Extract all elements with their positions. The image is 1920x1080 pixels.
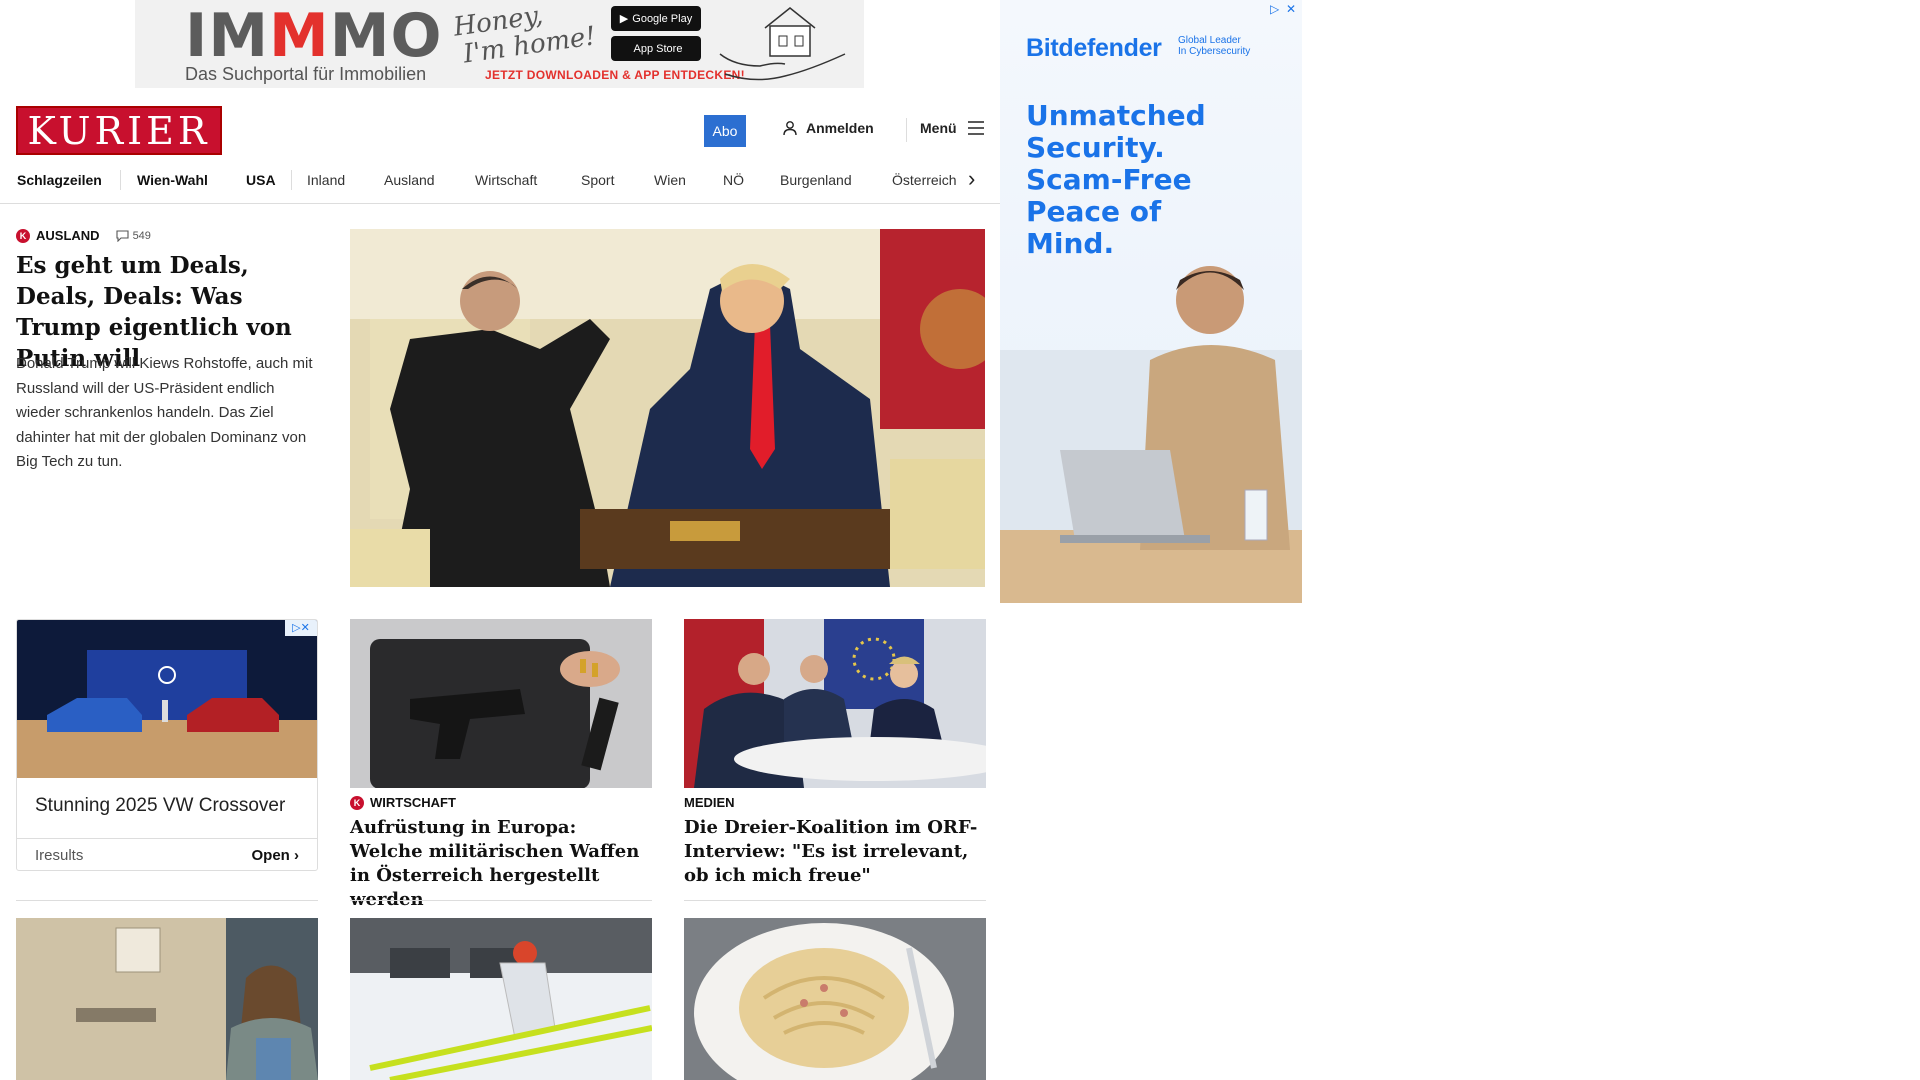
lead-kategorie-label: AUSLAND (36, 228, 100, 243)
nav-item-wirtschaft[interactable]: Wirtschaft (475, 170, 537, 190)
card-image-carbonara[interactable] (684, 918, 986, 1080)
orf-interview-photo (684, 619, 986, 788)
immmo-cta[interactable]: JETZT DOWNLOADEN & APP ENTDECKEN! (485, 68, 745, 82)
nav-item-burgenland[interactable]: Burgenland (780, 170, 852, 190)
play-icon: ▶ (619, 13, 629, 25)
login-button[interactable]: Anmelden (782, 120, 874, 136)
lead-photo (350, 229, 985, 587)
vw-sponsored-card[interactable]: ▷✕ Stunning 2025 VW Crossover Iresults O… (16, 619, 318, 871)
row-divider (16, 900, 318, 901)
card-image-pistol[interactable] (350, 619, 652, 788)
row-divider (684, 900, 986, 901)
pistol-photo (350, 619, 652, 788)
nav-item-oesterreich[interactable]: Österreich (892, 170, 957, 190)
nav-item-ausland[interactable]: Ausland (384, 170, 435, 190)
bitdefender-ad[interactable]: ▷ ✕ Bitdefender Global Leader In Cyberse… (1000, 0, 1302, 603)
ski-jumper-photo (350, 918, 652, 1080)
card-image-woman-building[interactable] (16, 918, 318, 1080)
page: IMMMO Das Suchportal für Immobilien Hone… (0, 0, 1920, 1080)
kurier-logo[interactable]: KURIER (16, 106, 222, 155)
carbonara-photo (684, 918, 986, 1080)
lead-kategorie[interactable]: K AUSLAND 549 (16, 228, 151, 243)
lead-image-zelensky-trump[interactable] (350, 229, 985, 587)
chevron-right-icon: › (294, 847, 299, 864)
menu-label: Menü (920, 120, 957, 136)
immmo-slogan: Honey, I'm home! (451, 0, 598, 70)
app-store-badge[interactable]: App Store (611, 36, 701, 61)
nav-divider (120, 170, 121, 190)
row-divider (350, 900, 652, 901)
header-divider (906, 118, 907, 142)
card1-kategorie[interactable]: K WIRTSCHAFT (350, 795, 456, 810)
user-icon (783, 121, 797, 136)
comment-count[interactable]: 549 (116, 230, 151, 242)
bitdefender-logo: Bitdefender (1026, 34, 1162, 62)
card2-headline[interactable]: Die Dreier-Koalition im ORF-Interview: "… (684, 816, 989, 888)
vw-open-button[interactable]: Open › (251, 847, 299, 864)
woman-building-photo (16, 918, 318, 1080)
nav-item-usa[interactable]: USA (246, 170, 276, 190)
nav-chevron-right-icon[interactable]: › (968, 168, 975, 190)
nav-item-inland[interactable]: Inland (307, 170, 345, 190)
nav-item-schlagzeilen[interactable]: Schlagzeilen (17, 170, 102, 190)
nav-item-sport[interactable]: Sport (581, 170, 614, 190)
lead-teaser: Donald Trump will Kiews Rohstoffe, auch … (16, 355, 313, 470)
immmo-logo: IMMMO (185, 1, 443, 71)
nav-item-wien-wahl[interactable]: Wien-Wahl (137, 170, 208, 190)
login-label: Anmelden (806, 120, 874, 136)
kurier-k-icon: K (350, 795, 364, 810)
nav-item-wien[interactable]: Wien (654, 170, 686, 190)
bitdefender-tagline: Global Leader In Cybersecurity (1178, 35, 1251, 57)
vw-ad-source: Iresults (35, 847, 84, 864)
bitdefender-headline: Unmatched Security. Scam-Free Peace of M… (1026, 99, 1206, 260)
close-ad-icon[interactable]: ✕ (1286, 2, 1296, 16)
immmo-subtitle: Das Suchportal für Immobilien (185, 64, 427, 84)
nav-divider (291, 170, 292, 190)
vw-ad-footer: Iresults Open › (17, 838, 317, 870)
vw-showroom-image (17, 620, 317, 778)
card-image-ski-jumper[interactable] (350, 918, 652, 1080)
card1-headline[interactable]: Aufrüstung in Europa: Welche militärisch… (350, 816, 655, 912)
menu-button[interactable]: Menü (920, 120, 985, 136)
category-nav: Schlagzeilen Wien-Wahl USA Inland Auslan… (0, 168, 1000, 204)
card2-kategorie[interactable]: MEDIEN (684, 795, 735, 810)
hand-house-icon (719, 7, 846, 81)
kurier-k-icon: K (16, 228, 30, 243)
card-image-orf-interview[interactable] (684, 619, 986, 788)
google-play-badge[interactable]: ▶ Google Play (611, 6, 701, 31)
nav-item-noe[interactable]: NÖ (723, 170, 744, 190)
adchoices-icon[interactable]: ▷ (1270, 2, 1279, 16)
abo-button[interactable]: Abo (704, 115, 746, 147)
adchoices-icon[interactable]: ▷✕ (285, 620, 317, 636)
top-banner-ad[interactable]: IMMMO Das Suchportal für Immobilien Hone… (135, 0, 864, 88)
man-with-laptop-image (1000, 266, 1302, 603)
vw-ad-title[interactable]: Stunning 2025 VW Crossover (35, 795, 285, 817)
hamburger-icon (967, 121, 984, 135)
comment-icon (116, 229, 129, 242)
